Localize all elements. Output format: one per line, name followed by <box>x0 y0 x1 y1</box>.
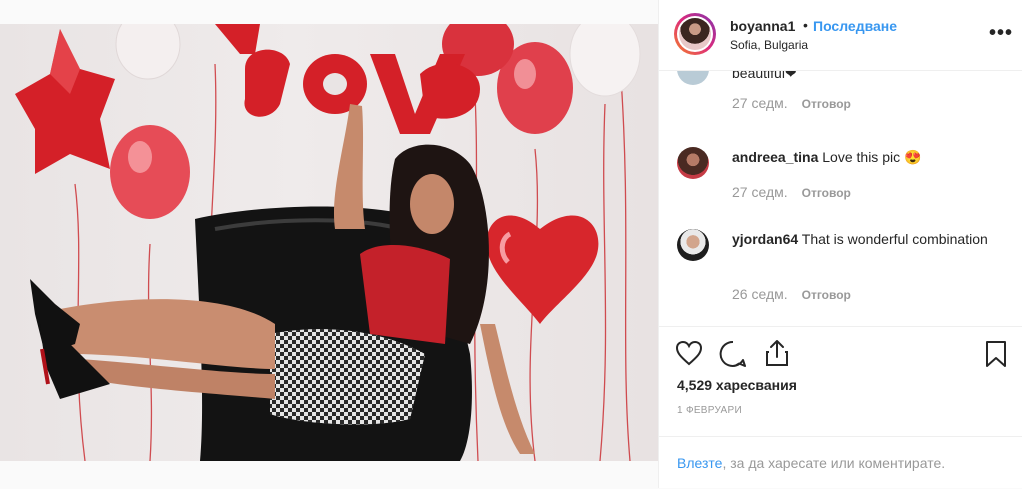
more-options-icon[interactable]: ••• <box>989 22 1013 45</box>
follow-button[interactable]: Последване <box>813 18 897 34</box>
share-icon[interactable] <box>763 338 791 373</box>
comment-avatar[interactable] <box>677 71 709 85</box>
comment-body: Love this pic 😍 <box>822 149 922 165</box>
comment-icon[interactable] <box>719 340 747 373</box>
post-photo[interactable] <box>0 24 658 461</box>
author-avatar[interactable] <box>674 13 716 55</box>
avatar-frame <box>677 16 713 52</box>
post-media-area <box>0 0 658 488</box>
comment-username[interactable]: andreea_tina <box>732 149 818 165</box>
reply-button[interactable]: Отговор <box>802 288 851 302</box>
likes-count[interactable]: 4,529 харесвания <box>677 377 797 393</box>
post-photo-illustration <box>15 24 641 461</box>
post-header: boyanna1 • Последване Sofia, Bulgaria ••… <box>659 0 1022 71</box>
post-date[interactable]: 1 февруари <box>677 405 742 416</box>
bookmark-icon[interactable] <box>985 340 1007 373</box>
header-separator: • <box>803 17 808 33</box>
post-actions: 4,529 харесвания 1 февруари <box>659 326 1022 437</box>
post-location[interactable]: Sofia, Bulgaria <box>730 38 808 52</box>
comment-age[interactable]: 26 седм. <box>732 286 788 302</box>
comment-text: beautiful❤ <box>732 71 797 81</box>
heart-icon[interactable] <box>675 340 703 371</box>
avatar-image <box>679 18 711 50</box>
login-link[interactable]: Влезте <box>677 455 722 471</box>
comment-text: andreea_tina Love this pic 😍 <box>732 147 992 167</box>
comments-list: beautiful❤ 27 седм. Отговор andreea_tina … <box>659 71 1022 326</box>
comment-age[interactable]: 27 седм. <box>732 95 788 111</box>
comment-avatar[interactable] <box>677 147 709 179</box>
reply-button[interactable]: Отговор <box>802 186 851 200</box>
login-text: Влезте, за да харесате или коментирате. <box>677 455 945 471</box>
comment-avatar[interactable] <box>677 229 709 261</box>
comment-text: yjordan64 That is wonderful combination <box>732 229 992 249</box>
comment-body: That is wonderful combination <box>801 231 988 247</box>
comment-username[interactable]: yjordan64 <box>732 231 798 247</box>
login-rest: , за да харесате или коментирате. <box>722 455 946 471</box>
author-username[interactable]: boyanna1 <box>730 18 795 34</box>
comment-age[interactable]: 27 седм. <box>732 184 788 200</box>
login-prompt: Влезте, за да харесате или коментирате. <box>659 436 1022 489</box>
comment-meta: 26 седм. Отговор <box>732 286 851 302</box>
comment-meta: 27 седм. Отговор <box>732 95 851 111</box>
reply-button[interactable]: Отговор <box>802 97 851 111</box>
post-sidebar: boyanna1 • Последване Sofia, Bulgaria ••… <box>658 0 1022 488</box>
comment-meta: 27 седм. Отговор <box>732 184 851 200</box>
